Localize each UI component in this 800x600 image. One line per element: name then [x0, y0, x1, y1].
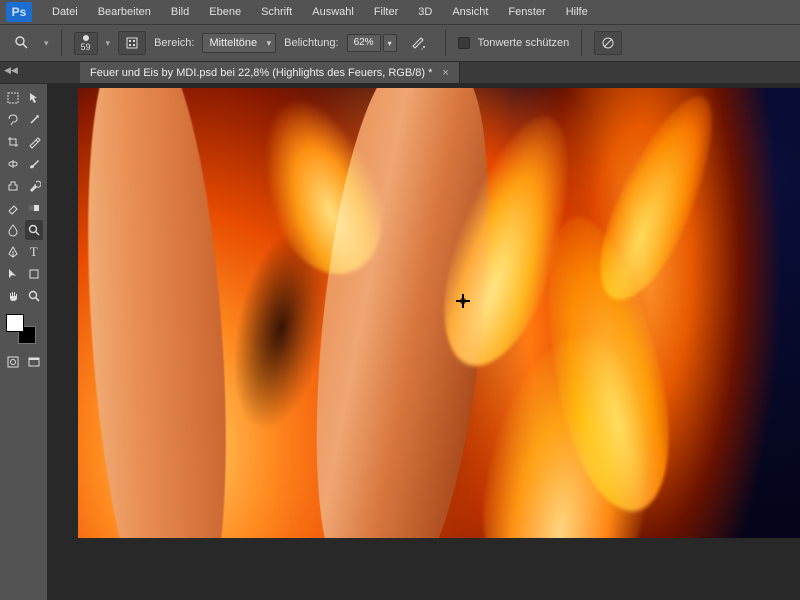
clone-tool[interactable] [4, 176, 23, 196]
document-tab-title: Feuer und Eis by MDI.psd bei 22,8% (High… [90, 67, 432, 79]
canvas-viewport[interactable] [48, 84, 800, 600]
separator [61, 30, 62, 56]
quick-mask-icon[interactable] [4, 352, 23, 372]
separator [581, 30, 582, 56]
brush-dot-icon [83, 35, 89, 41]
dodge-tool[interactable] [25, 220, 44, 240]
blur-tool[interactable] [4, 220, 23, 240]
tool-preset-icon[interactable] [8, 31, 36, 55]
tablet-pressure-icon[interactable] [594, 31, 622, 55]
brush-size-picker[interactable]: 59 [74, 32, 98, 55]
exposure-drop-icon[interactable]: ▾ [383, 34, 397, 52]
menu-select[interactable]: Auswahl [302, 2, 364, 22]
marquee-tool[interactable] [4, 88, 23, 108]
close-tab-icon[interactable]: × [442, 67, 448, 79]
menu-help[interactable]: Hilfe [556, 2, 598, 22]
rectangle-tool[interactable] [25, 264, 44, 284]
foreground-color-swatch[interactable] [6, 314, 24, 332]
range-select-value: Mitteltöne [209, 37, 257, 49]
range-label: Bereich: [154, 37, 194, 49]
menu-3d[interactable]: 3D [408, 2, 442, 22]
airbrush-toggle-icon[interactable] [405, 31, 433, 55]
protect-tones-checkbox[interactable] [458, 37, 470, 49]
lasso-tool[interactable] [4, 110, 23, 130]
main-area: T [0, 84, 800, 600]
exposure-input[interactable]: 62% [347, 34, 381, 52]
menu-file[interactable]: Datei [42, 2, 88, 22]
zoom-tool[interactable] [25, 286, 44, 306]
options-bar: ▾ 59 ▾ Bereich: Mitteltöne Belichtung: 6… [0, 24, 800, 62]
menu-layer[interactable]: Ebene [199, 2, 251, 22]
menu-type[interactable]: Schrift [251, 2, 302, 22]
pen-tool[interactable] [4, 242, 23, 262]
app-logo[interactable]: Ps [6, 2, 32, 22]
magic-wand-tool[interactable] [25, 110, 44, 130]
history-brush-tool[interactable] [25, 176, 44, 196]
eraser-tool[interactable] [4, 198, 23, 218]
menu-view[interactable]: Ansicht [442, 2, 498, 22]
eyedropper-tool[interactable] [25, 132, 44, 152]
range-select[interactable]: Mitteltöne [202, 33, 276, 53]
move-tool[interactable] [25, 88, 44, 108]
exposure-label: Belichtung: [284, 37, 338, 49]
separator [445, 30, 446, 56]
screen-mode-icon[interactable] [25, 352, 44, 372]
brush-size-value: 59 [81, 42, 91, 52]
menu-window[interactable]: Fenster [498, 2, 555, 22]
document-canvas[interactable] [78, 88, 800, 538]
color-swatches [4, 314, 43, 348]
menu-filter[interactable]: Filter [364, 2, 408, 22]
brush-tool[interactable] [25, 154, 44, 174]
crop-tool[interactable] [4, 132, 23, 152]
type-tool[interactable]: T [25, 242, 44, 262]
panel-collapse-icon[interactable]: ◀◀ [4, 65, 18, 76]
document-tab[interactable]: Feuer und Eis by MDI.psd bei 22,8% (High… [80, 62, 460, 83]
protect-tones-label: Tonwerte schützen [478, 37, 570, 49]
gradient-tool[interactable] [25, 198, 44, 218]
brush-size-drop-icon[interactable]: ▾ [106, 38, 111, 49]
menu-edit[interactable]: Bearbeiten [88, 2, 161, 22]
path-select-tool[interactable] [4, 264, 23, 284]
document-tab-strip: ◀◀ Feuer und Eis by MDI.psd bei 22,8% (H… [0, 62, 800, 84]
menu-image[interactable]: Bild [161, 2, 199, 22]
menu-bar: Ps Datei Bearbeiten Bild Ebene Schrift A… [0, 0, 800, 24]
hand-tool[interactable] [4, 286, 23, 306]
brush-panel-toggle-icon[interactable] [118, 31, 146, 55]
tools-panel: T [0, 84, 48, 600]
healing-tool[interactable] [4, 154, 23, 174]
tool-preset-drop-icon[interactable]: ▾ [44, 38, 49, 49]
